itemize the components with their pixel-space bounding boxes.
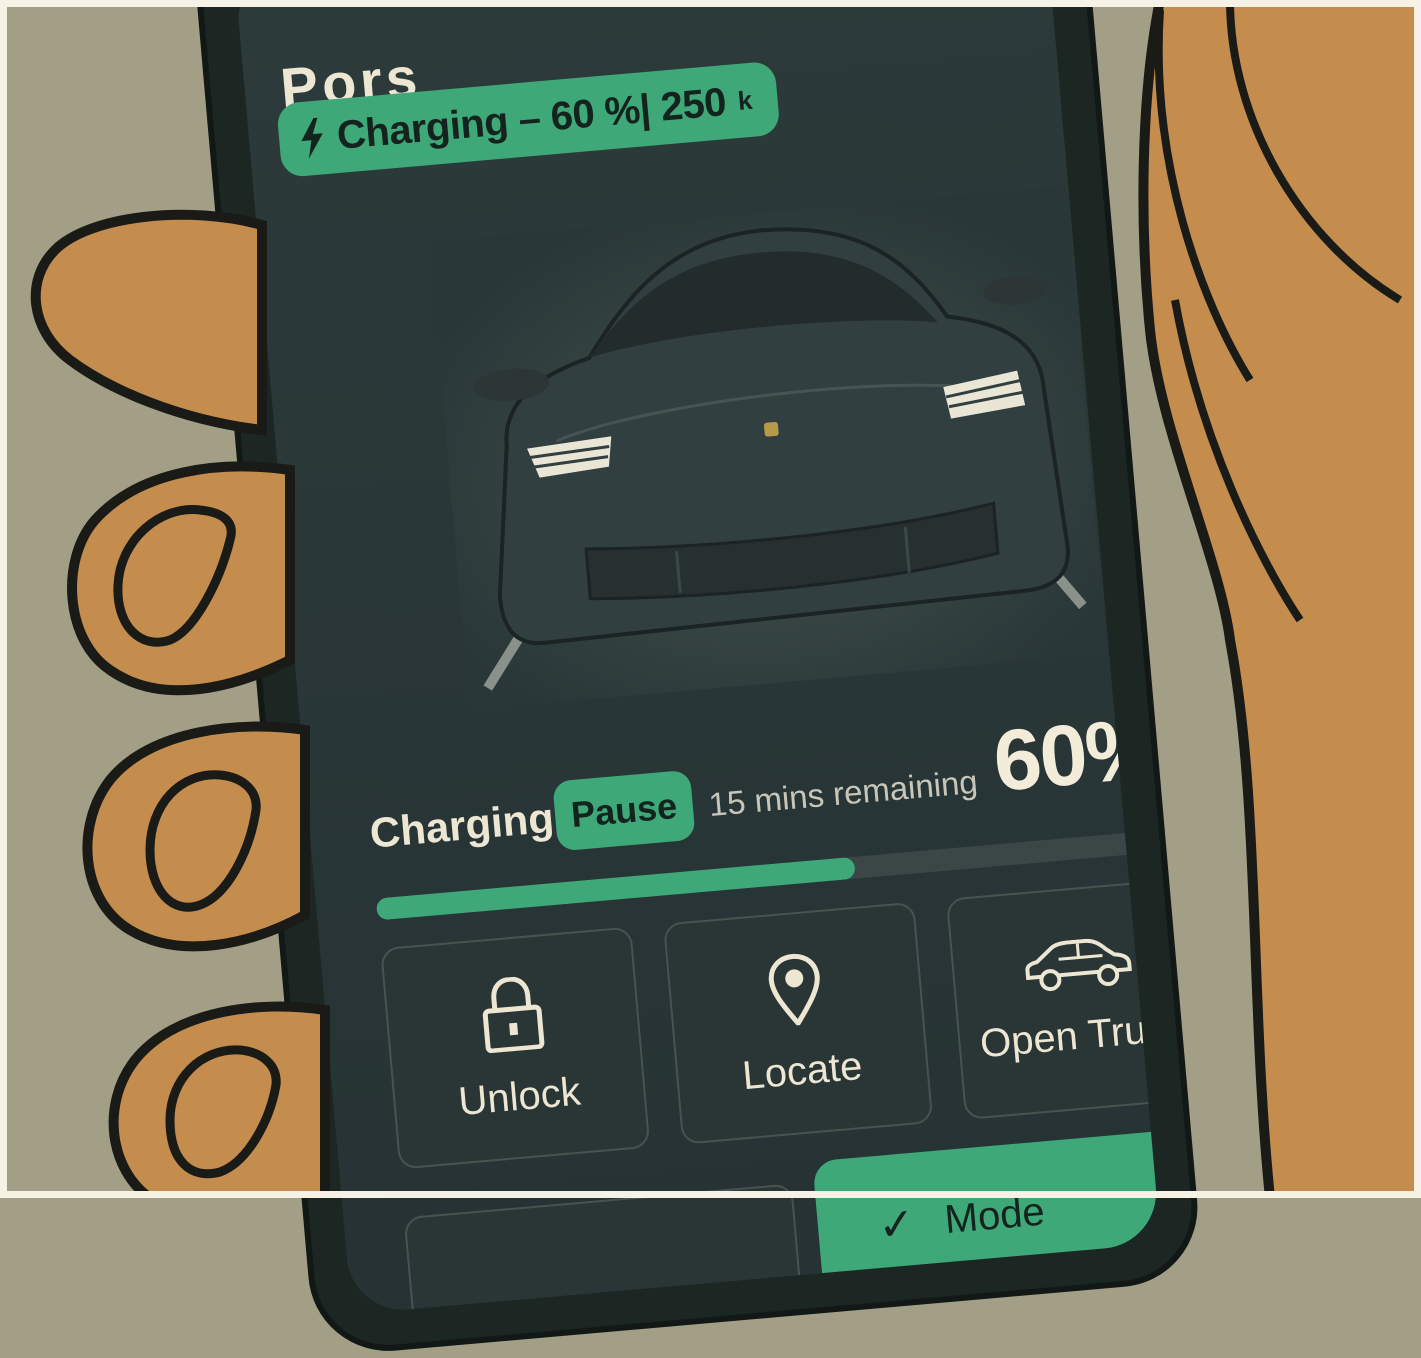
fingers-illustration: [30, 209, 330, 1198]
secondary-action-button[interactable]: [403, 1183, 803, 1315]
check-icon: ✓: [876, 1198, 918, 1251]
